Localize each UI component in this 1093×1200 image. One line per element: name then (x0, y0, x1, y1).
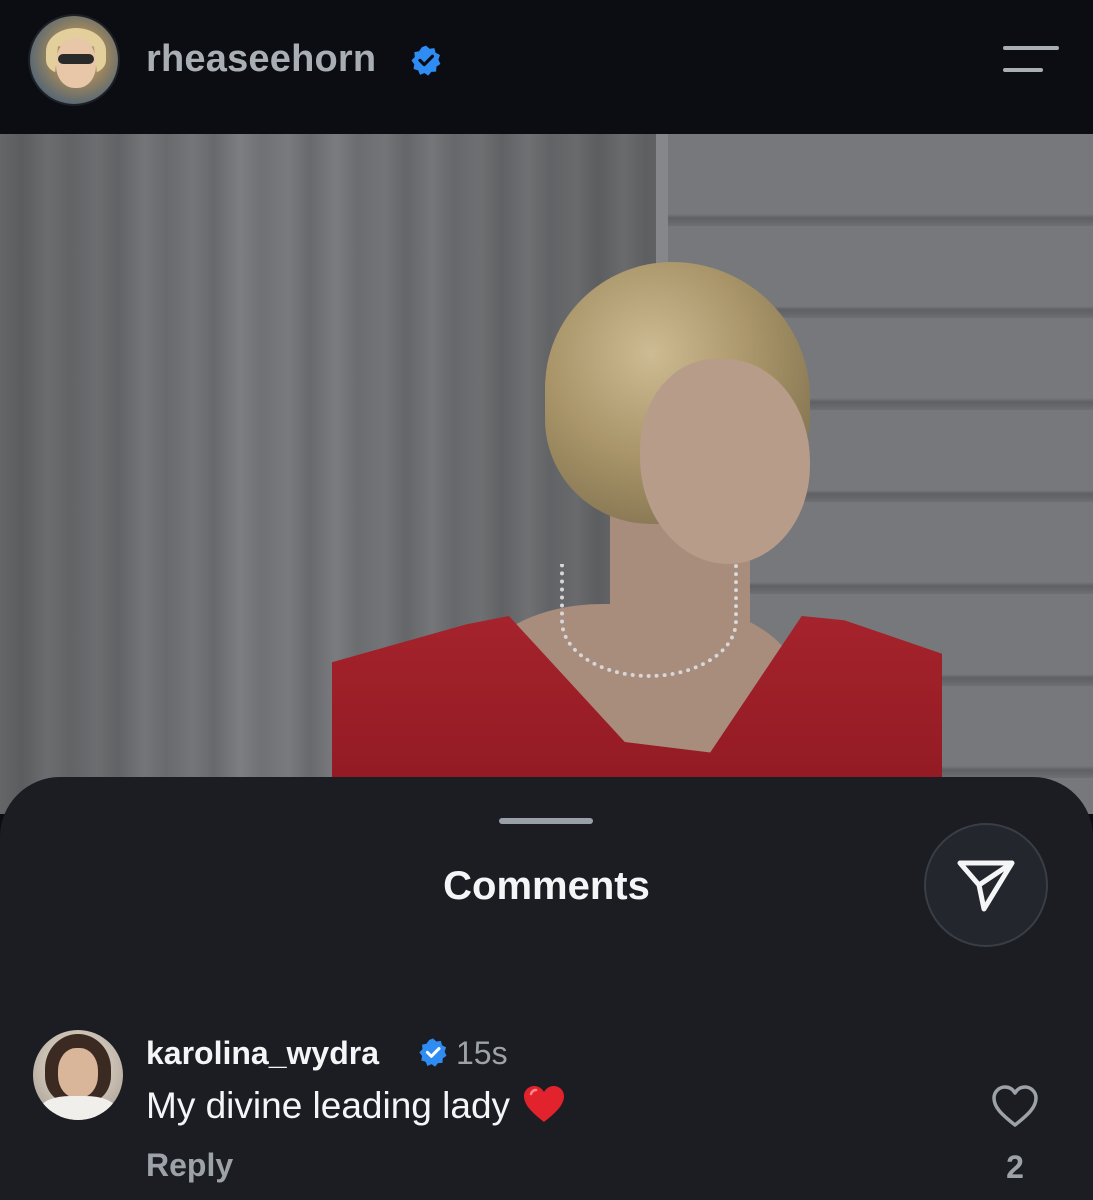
heart-like-icon[interactable] (990, 1083, 1040, 1129)
necklace (560, 564, 738, 678)
menu-icon[interactable] (1003, 44, 1059, 74)
comment-timestamp: 15s (456, 1035, 508, 1071)
sheet-grabber-handle[interactable] (499, 818, 593, 824)
profile-header: rheaseehorn (0, 0, 1093, 134)
verified-badge-icon (411, 45, 441, 76)
comment-text: My divine leading lady (146, 1084, 566, 1127)
send-icon (957, 860, 1015, 912)
like-count: 2 (1006, 1149, 1024, 1185)
app-screen: rheaseehorn Comments karolina_wydra 15s … (0, 0, 1093, 1200)
red-heart-emoji-icon (524, 1086, 565, 1122)
commenter-avatar[interactable] (33, 1030, 123, 1120)
comments-sheet: Comments karolina_wydra 15s My divine le… (0, 777, 1093, 1200)
comment-item: karolina_wydra 15s My divine leading lad… (0, 1027, 1093, 1200)
share-button[interactable] (926, 825, 1046, 945)
profile-avatar[interactable] (30, 16, 118, 104)
comment-body: My divine leading lady (146, 1085, 511, 1126)
profile-username[interactable]: rheaseehorn (146, 38, 376, 81)
reply-button[interactable]: Reply (146, 1147, 233, 1184)
post-photo[interactable] (0, 134, 1093, 814)
verified-badge-icon (419, 1038, 447, 1067)
commenter-username[interactable]: karolina_wydra (146, 1035, 379, 1072)
